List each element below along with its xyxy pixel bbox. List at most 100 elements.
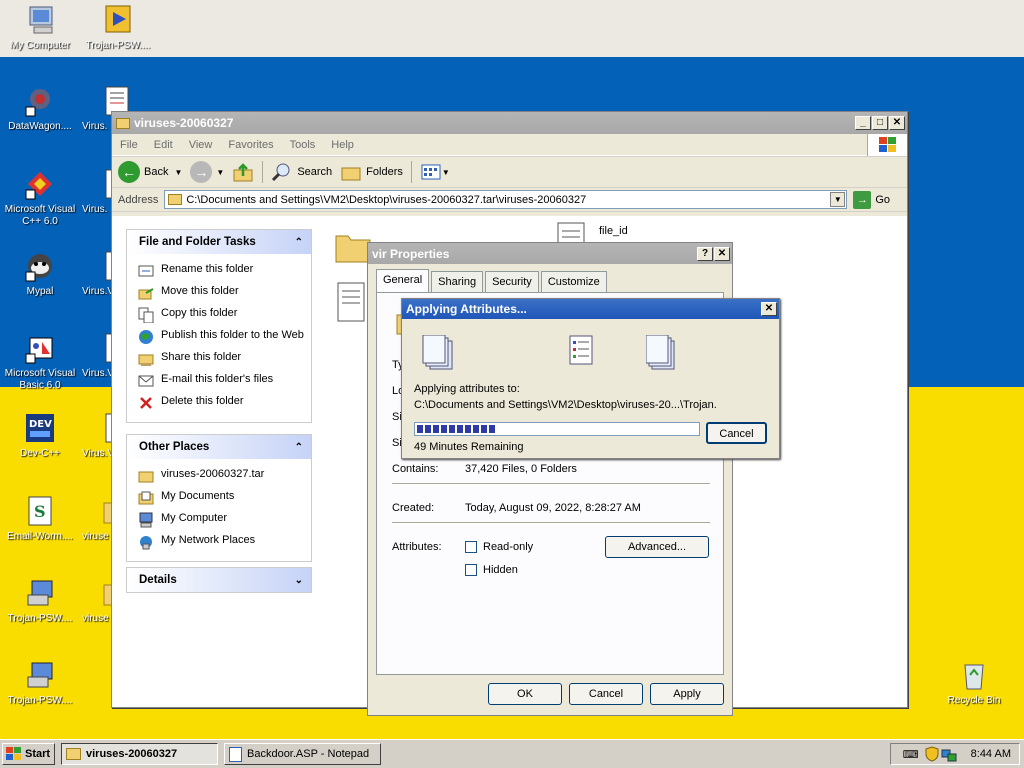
progress-block — [425, 425, 431, 433]
files-stack-icon — [422, 335, 453, 370]
search-button[interactable]: Search — [271, 162, 332, 182]
address-input[interactable]: C:\Documents and Settings\VM2\Desktop\vi… — [164, 190, 848, 209]
keyboard-icon[interactable]: ⌨ — [903, 748, 919, 761]
start-label: Start — [25, 748, 51, 760]
forward-button[interactable]: → ▼ — [190, 161, 224, 183]
menu-tools[interactable]: Tools — [290, 139, 316, 151]
tab-customize[interactable]: Customize — [540, 271, 607, 292]
close-button[interactable]: ✕ — [761, 302, 777, 316]
start-button[interactable]: Start — [2, 743, 55, 765]
desktop-icon-msvb[interactable]: Microsoft Visual Basic 6.0 — [0, 332, 80, 392]
desktop-icon-mypal[interactable]: Mypal — [0, 250, 80, 298]
document-icon[interactable] — [336, 281, 368, 325]
explorer-titlebar[interactable]: viruses-20060327 _ □ ✕ — [112, 112, 907, 134]
task-email-files[interactable]: E-mail this folder's files — [127, 370, 311, 392]
advanced-button[interactable]: Advanced... — [605, 536, 709, 558]
progress-bar — [414, 422, 700, 436]
file-folder-tasks-header[interactable]: File and Folder Tasks ⌃ — [127, 230, 311, 254]
desktop-icon-trojan-psw-2[interactable]: Trojan-PSW.... — [0, 577, 80, 625]
other-places-header[interactable]: Other Places ⌃ — [127, 435, 311, 459]
maximize-button[interactable]: □ — [872, 116, 888, 130]
collapse-icon[interactable]: ⌃ — [295, 237, 303, 248]
readonly-checkbox[interactable]: Read-only — [465, 541, 533, 554]
go-label: Go — [875, 193, 891, 206]
views-button[interactable]: ▼ — [420, 162, 450, 182]
menubar: File Edit View Favorites Tools Help — [112, 133, 907, 156]
folder-icon — [66, 748, 81, 760]
checkbox-box[interactable] — [465, 564, 477, 577]
forward-arrow-icon: → — [190, 161, 213, 183]
desktop-icon-recycle-bin[interactable]: Recycle Bin — [934, 659, 1014, 707]
minimize-button[interactable]: _ — [855, 116, 871, 130]
task-rename-folder[interactable]: Rename this folder — [127, 260, 311, 282]
hidden-checkbox[interactable]: Hidden — [465, 564, 518, 577]
task-copy-folder[interactable]: Copy this folder — [127, 304, 311, 326]
go-button[interactable]: → Go — [853, 190, 891, 209]
menu-file[interactable]: File — [120, 139, 138, 151]
tab-general[interactable]: General — [376, 269, 430, 292]
apply-button[interactable]: Apply — [650, 683, 724, 705]
windows-logo-icon — [6, 747, 21, 760]
desktop-icon-label: Mypal — [26, 286, 54, 297]
close-button[interactable]: ✕ — [714, 246, 730, 261]
raccoon-icon — [24, 250, 56, 282]
checkbox-box[interactable] — [465, 541, 477, 554]
place-my-computer[interactable]: My Computer — [127, 509, 311, 531]
security-shield-icon[interactable] — [925, 746, 939, 762]
desktop-icon-label: Trojan-PSW.... — [7, 695, 73, 706]
network-icon[interactable] — [941, 746, 957, 762]
taskbar-item-explorer[interactable]: viruses-20060327 — [61, 743, 218, 765]
folder-icon — [138, 471, 154, 483]
task-delete-folder[interactable]: Delete this folder — [127, 392, 311, 414]
applying-titlebar[interactable]: Applying Attributes... ✕ — [402, 299, 779, 319]
menu-favorites[interactable]: Favorites — [228, 139, 273, 151]
collapse-icon[interactable]: ⌃ — [295, 442, 303, 453]
up-folder-button[interactable] — [232, 162, 254, 182]
details-header[interactable]: Details ⌄ — [127, 568, 311, 592]
folders-button[interactable]: Folders — [340, 162, 403, 182]
menu-view[interactable]: View — [189, 139, 213, 151]
computer-icon — [139, 512, 153, 528]
file-folder-tasks-panel: File and Folder Tasks ⌃ Rename this fold… — [126, 229, 312, 423]
chevron-down-icon[interactable]: ▼ — [216, 168, 224, 177]
tab-security[interactable]: Security — [485, 271, 539, 292]
system-tray: ⌨ 8:44 AM — [890, 743, 1020, 765]
desktop-icon-trojan-psw-3[interactable]: Trojan-PSW.... — [0, 659, 80, 707]
desktop-icon-email-worm[interactable]: S Email-Worm.... — [0, 495, 80, 543]
desktop-icon-trojan-psw[interactable]: Trojan-PSW.... — [78, 4, 158, 52]
folder-icon — [116, 117, 130, 129]
place-viruses-tar[interactable]: viruses-20060327.tar — [127, 465, 311, 487]
created-value: Today, August 09, 2022, 8:28:27 AM — [465, 502, 641, 514]
cancel-button[interactable]: Cancel — [569, 683, 643, 705]
clock[interactable]: 8:44 AM — [971, 748, 1011, 760]
expand-icon[interactable]: ⌄ — [295, 575, 303, 586]
address-dropdown-button[interactable]: ▼ — [830, 192, 846, 207]
place-my-network[interactable]: My Network Places — [127, 531, 311, 553]
installer-icon — [24, 659, 56, 691]
desktop-icon-my-computer[interactable]: My Computer — [0, 4, 80, 52]
task-move-folder[interactable]: Move this folder — [127, 282, 311, 304]
tab-sharing[interactable]: Sharing — [431, 271, 484, 292]
ok-button[interactable]: OK — [488, 683, 562, 705]
taskbar-item-notepad[interactable]: Backdoor.ASP - Notepad — [224, 743, 381, 765]
help-button[interactable]: ? — [697, 246, 713, 261]
folder-icon — [168, 194, 183, 205]
close-button[interactable]: ✕ — [889, 116, 905, 130]
progress-fill — [417, 425, 497, 433]
file-name[interactable]: file_id — [599, 225, 628, 237]
share-folder-icon — [138, 354, 154, 366]
desktop-icon-devcpp[interactable]: DEV Dev-C++ — [0, 412, 80, 460]
cancel-button[interactable]: Cancel — [706, 422, 767, 444]
desktop-icon-datawagon[interactable]: DataWagon.... — [0, 85, 80, 133]
menu-edit[interactable]: Edit — [154, 139, 173, 151]
desktop-icon-label: Microsoft Visual Basic 6.0 — [4, 368, 76, 391]
shortcut-app-icon — [24, 85, 56, 117]
desktop-icon-msvc[interactable]: Microsoft Visual C++ 6.0 — [0, 168, 80, 228]
chevron-down-icon[interactable]: ▼ — [174, 168, 182, 177]
task-share-folder[interactable]: Share this folder — [127, 348, 311, 370]
place-my-documents[interactable]: My Documents — [127, 487, 311, 509]
back-button[interactable]: ← Back ▼ — [118, 161, 182, 183]
menu-help[interactable]: Help — [331, 139, 354, 151]
task-publish-folder[interactable]: Publish this folder to the Web — [127, 326, 311, 348]
properties-titlebar[interactable]: vir Properties ? ✕ — [368, 243, 732, 264]
